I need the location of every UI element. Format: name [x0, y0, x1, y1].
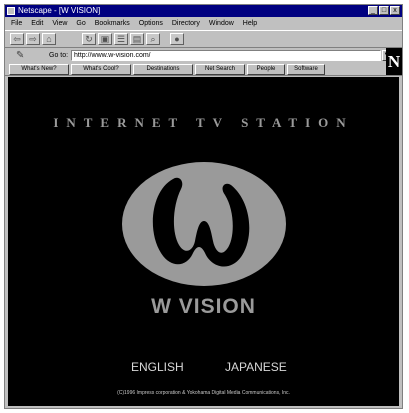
open-icon[interactable]: ☰	[114, 33, 128, 45]
people-button[interactable]: People	[247, 64, 285, 75]
find-icon[interactable]: ⌕	[146, 33, 160, 45]
location-bar: ✎ Go to: ▼	[5, 49, 402, 62]
menu-go[interactable]: Go	[76, 18, 85, 29]
title-bar[interactable]: Netscape - [W VISION] _ □ x	[5, 5, 402, 17]
forward-icon[interactable]: ⇨	[26, 33, 40, 45]
whats-new-button[interactable]: What's New?	[9, 64, 69, 75]
menu-view[interactable]: View	[52, 18, 67, 29]
brand-name: W VISION	[151, 295, 256, 318]
destinations-button[interactable]: Destinations	[133, 64, 193, 75]
menu-bookmarks[interactable]: Bookmarks	[95, 18, 130, 29]
browser-window: Netscape - [W VISION] _ □ x File Edit Vi…	[4, 4, 403, 409]
directory-buttons-bar: What's New? What's Cool? Destinations Ne…	[5, 63, 402, 76]
home-icon[interactable]: ⌂	[42, 33, 56, 45]
maximize-button[interactable]: □	[379, 6, 389, 15]
w-vision-logo-icon[interactable]	[121, 161, 287, 287]
menu-file[interactable]: File	[11, 18, 22, 29]
net-search-button[interactable]: Net Search	[195, 64, 245, 75]
menu-directory[interactable]: Directory	[172, 18, 200, 29]
stop-icon[interactable]: ●	[170, 33, 184, 45]
page-content: INTERNET TV STATION W VISION ENGLISH JAP…	[8, 77, 399, 406]
url-input[interactable]	[71, 50, 381, 61]
netscape-logo[interactable]: N	[386, 48, 402, 75]
window-title: Netscape - [W VISION]	[18, 6, 101, 15]
images-icon[interactable]: ▣	[98, 33, 112, 45]
reload-icon[interactable]: ↻	[82, 33, 96, 45]
close-button[interactable]: x	[390, 6, 400, 15]
station-title: INTERNET TV STATION	[53, 115, 354, 130]
menu-bar: File Edit View Go Bookmarks Options Dire…	[5, 18, 402, 29]
window-controls: _ □ x	[368, 6, 400, 15]
copyright-text: (C)1996 Impress corporation & Yokohama D…	[117, 390, 290, 396]
menu-options[interactable]: Options	[139, 18, 163, 29]
back-icon[interactable]: ⇦	[10, 33, 24, 45]
software-button[interactable]: Software	[287, 64, 325, 75]
location-label: Go to:	[49, 52, 69, 59]
menu-window[interactable]: Window	[209, 18, 234, 29]
japanese-link[interactable]: JAPANESE	[225, 360, 287, 374]
whats-cool-button[interactable]: What's Cool?	[71, 64, 131, 75]
netscape-app-icon	[7, 7, 15, 15]
english-link[interactable]: ENGLISH	[131, 360, 184, 374]
menu-help[interactable]: Help	[243, 18, 257, 29]
bookmark-quickfile-icon[interactable]: ✎	[16, 50, 24, 61]
minimize-button[interactable]: _	[368, 6, 378, 15]
print-icon[interactable]: ▤	[130, 33, 144, 45]
navigation-toolbar: ⇦ ⇨ ⌂ ↻ ▣ ☰ ▤ ⌕ ●	[5, 30, 402, 48]
menu-edit[interactable]: Edit	[31, 18, 43, 29]
